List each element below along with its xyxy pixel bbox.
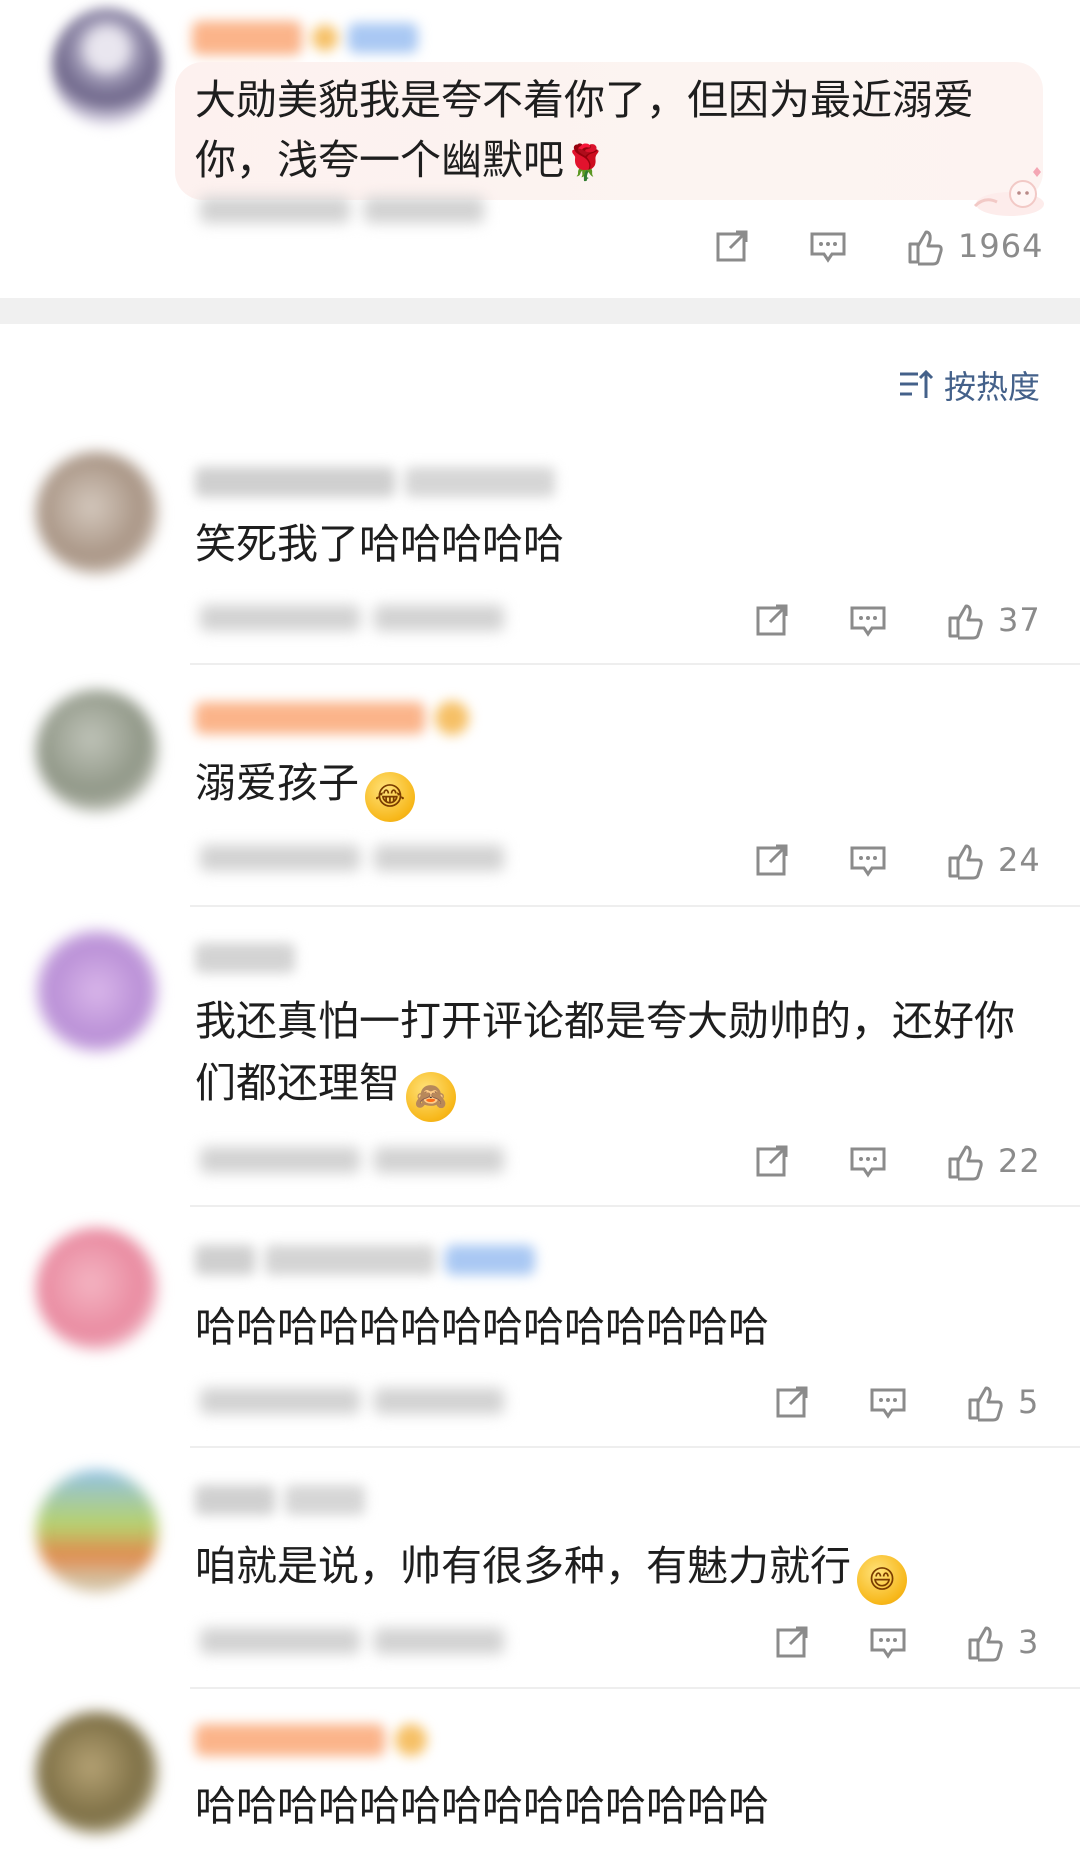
username-blurred[interactable] bbox=[192, 18, 418, 58]
comment-actions: 22 bbox=[752, 1141, 1041, 1181]
comment-actions: 24 bbox=[752, 840, 1041, 880]
cover-face-emoji: 🙈 bbox=[406, 1072, 456, 1122]
like-count: 22 bbox=[998, 1142, 1041, 1180]
like-count: 24 bbox=[998, 841, 1041, 879]
comment-text: 溺爱孩子 😂 bbox=[195, 752, 1035, 822]
grinning-emoji: 😄 bbox=[857, 1555, 907, 1605]
comment-meta-blurred bbox=[200, 1145, 504, 1175]
share-icon[interactable] bbox=[712, 226, 752, 266]
comment-icon[interactable] bbox=[868, 1622, 908, 1662]
avatar[interactable] bbox=[36, 1712, 158, 1834]
username-blurred[interactable] bbox=[195, 1240, 535, 1280]
comment-separator bbox=[190, 1446, 1080, 1448]
rose-emoji: 🌹 bbox=[564, 143, 607, 183]
comment-actions: 5 bbox=[772, 1382, 1039, 1422]
username-blurred[interactable] bbox=[195, 462, 555, 502]
share-icon[interactable] bbox=[772, 1382, 812, 1422]
thumbs-up-icon[interactable] bbox=[906, 226, 946, 266]
thumbs-up-icon[interactable] bbox=[946, 600, 986, 640]
share-icon[interactable] bbox=[752, 1141, 792, 1181]
avatar[interactable] bbox=[36, 452, 158, 574]
comment-meta-blurred bbox=[200, 843, 504, 873]
username-blurred[interactable] bbox=[195, 938, 295, 978]
comment-icon[interactable] bbox=[808, 226, 848, 266]
like-count: 5 bbox=[1018, 1383, 1040, 1421]
comment-icon[interactable] bbox=[848, 600, 888, 640]
comment-meta-blurred bbox=[200, 1626, 504, 1656]
thumbs-up-icon[interactable] bbox=[946, 840, 986, 880]
share-icon[interactable] bbox=[772, 1622, 812, 1662]
sort-label: 按热度 bbox=[943, 368, 1040, 406]
share-icon[interactable] bbox=[752, 600, 792, 640]
username-blurred[interactable] bbox=[195, 1480, 365, 1520]
comment-actions: 3 bbox=[772, 1622, 1039, 1662]
comment-separator bbox=[190, 1205, 1080, 1207]
comment-meta-blurred bbox=[200, 195, 484, 225]
avatar[interactable] bbox=[52, 8, 162, 126]
comment-actions: 37 bbox=[752, 600, 1041, 640]
share-icon[interactable] bbox=[752, 840, 792, 880]
thumbs-up-icon[interactable] bbox=[966, 1622, 1006, 1662]
comment-text: 大勋美貌我是夸不着你了，但因为最近溺爱你，浅夸一个幽默吧🌹 bbox=[195, 76, 974, 184]
username-blurred[interactable] bbox=[195, 698, 469, 738]
comment-text: 我还真怕一打开评论都是夸大勋帅的，还好你们都还理智 🙈 bbox=[195, 990, 1045, 1122]
like-count: 1964 bbox=[958, 227, 1044, 265]
comment-meta-blurred bbox=[200, 603, 504, 633]
avatar[interactable] bbox=[36, 1228, 158, 1350]
sort-toggle[interactable]: 按热度 bbox=[898, 362, 1040, 408]
thumbs-up-icon[interactable] bbox=[946, 1141, 986, 1181]
comment-text: 笑死我了哈哈哈哈哈 bbox=[195, 520, 564, 568]
laughing-tears-emoji: 😂 bbox=[365, 772, 415, 822]
comment-meta-blurred bbox=[200, 1386, 504, 1416]
comment-text: 哈哈哈哈哈哈哈哈哈哈哈哈哈哈 bbox=[195, 1303, 769, 1351]
like-count: 3 bbox=[1018, 1623, 1040, 1661]
comment-actions: 1964 bbox=[712, 226, 1043, 266]
comment-separator bbox=[190, 663, 1080, 665]
section-divider bbox=[0, 298, 1080, 324]
comment-separator bbox=[190, 905, 1080, 907]
thumbs-up-icon[interactable] bbox=[966, 1382, 1006, 1422]
comment-icon[interactable] bbox=[848, 840, 888, 880]
sort-icon bbox=[899, 369, 934, 398]
avatar[interactable] bbox=[36, 930, 158, 1052]
username-blurred[interactable] bbox=[195, 1720, 427, 1760]
avatar[interactable] bbox=[36, 690, 158, 812]
comment-icon[interactable] bbox=[848, 1141, 888, 1181]
cat-decoration-icon bbox=[973, 167, 1044, 216]
comment-separator bbox=[190, 1687, 1080, 1689]
avatar[interactable] bbox=[36, 1470, 158, 1592]
comment-text: 哈哈哈哈哈哈哈哈哈哈哈哈哈哈 bbox=[195, 1782, 769, 1830]
comment-icon[interactable] bbox=[868, 1382, 908, 1422]
comment-text: 咱就是说，帅有很多种，有魅力就行 😄 bbox=[195, 1535, 1045, 1605]
like-count: 37 bbox=[998, 601, 1041, 639]
